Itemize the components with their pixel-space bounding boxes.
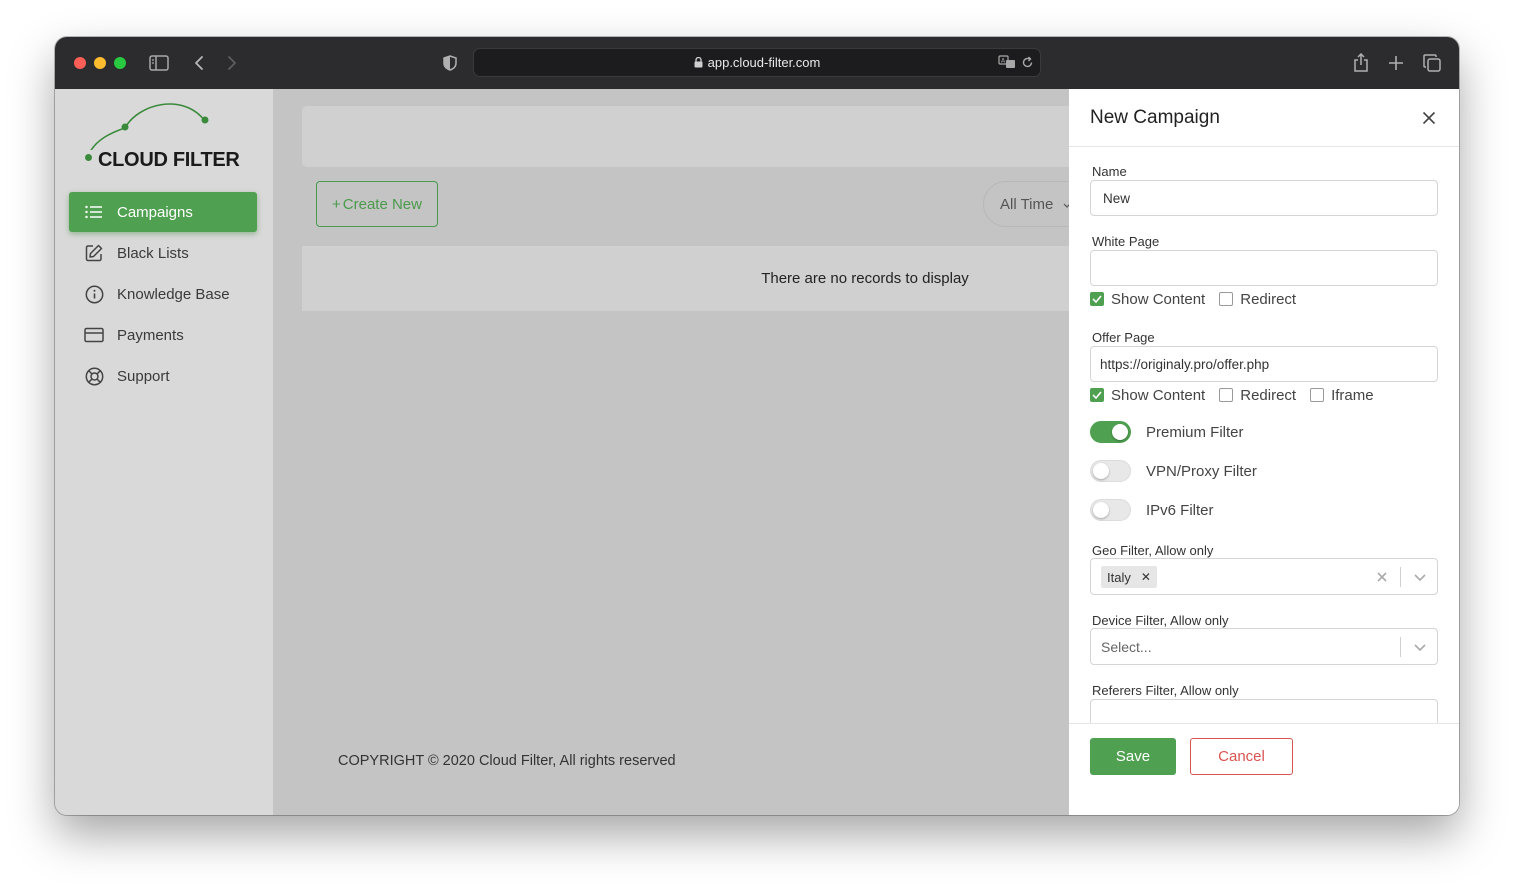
ipv6-filter-toggle[interactable] — [1090, 499, 1131, 521]
device-filter-placeholder: Select... — [1101, 639, 1152, 655]
sidebar-item-payments[interactable]: Payments — [69, 315, 257, 355]
vpn-filter-row: VPN/Proxy Filter — [1090, 460, 1257, 482]
white-show-content-checkbox[interactable] — [1090, 292, 1104, 306]
sidebar-item-label: Campaigns — [117, 203, 193, 221]
sidebar-item-label: Payments — [117, 326, 184, 344]
ipv6-filter-label: IPv6 Filter — [1146, 501, 1214, 519]
address-bar[interactable]: app.cloud-filter.com A — [473, 48, 1041, 77]
offer-iframe-checkbox[interactable] — [1310, 388, 1325, 402]
logo-text: CLOUD FILTER — [98, 149, 240, 171]
minimize-window-button[interactable] — [94, 57, 106, 69]
sidebar: CLOUD FILTER Campaigns Black Lists Knowl… — [55, 89, 273, 815]
name-input[interactable]: New — [1090, 180, 1438, 216]
geo-chip-italy: Italy ✕ — [1101, 566, 1157, 588]
forward-icon[interactable] — [220, 51, 244, 75]
sidebar-icon[interactable] — [147, 51, 171, 75]
share-icon[interactable] — [1349, 51, 1373, 75]
white-page-label: White Page — [1092, 234, 1160, 249]
info-icon — [83, 283, 105, 305]
offer-page-label: Offer Page — [1092, 330, 1155, 345]
offer-iframe-label: Iframe — [1331, 386, 1374, 404]
remove-chip-icon[interactable]: ✕ — [1141, 570, 1151, 584]
close-icon[interactable] — [1419, 108, 1439, 128]
translate-icon[interactable]: A — [998, 55, 1016, 75]
new-campaign-drawer: New Campaign Name New White Page Show Co… — [1069, 89, 1459, 815]
chevron-down-icon[interactable] — [1413, 570, 1427, 584]
create-new-button[interactable]: + Create New — [316, 181, 438, 227]
cancel-button[interactable]: Cancel — [1190, 738, 1293, 775]
device-filter-label: Device Filter, Allow only — [1092, 613, 1229, 628]
logo[interactable]: CLOUD FILTER — [83, 94, 253, 171]
maximize-window-button[interactable] — [114, 57, 126, 69]
new-tab-icon[interactable] — [1384, 51, 1408, 75]
browser-titlebar: app.cloud-filter.com A — [55, 37, 1459, 89]
offer-page-input[interactable]: https://originaly.pro/offer.php — [1090, 346, 1438, 382]
card-icon — [83, 324, 105, 346]
tabs-icon[interactable] — [1420, 51, 1444, 75]
sidebar-item-support[interactable]: Support — [69, 356, 257, 396]
sidebar-item-label: Support — [117, 367, 170, 385]
device-filter-select[interactable]: Select... — [1090, 628, 1438, 665]
sidebar-item-campaigns[interactable]: Campaigns — [69, 192, 257, 232]
premium-filter-label: Premium Filter — [1146, 423, 1244, 441]
list-icon — [83, 201, 105, 223]
close-window-button[interactable] — [74, 57, 86, 69]
clear-icon[interactable] — [1375, 570, 1389, 584]
premium-filter-toggle[interactable] — [1090, 421, 1131, 443]
sidebar-item-label: Knowledge Base — [117, 285, 230, 303]
white-redirect-checkbox[interactable] — [1219, 292, 1234, 306]
offer-show-content-checkbox[interactable] — [1090, 388, 1104, 402]
offer-redirect-checkbox[interactable] — [1219, 388, 1234, 402]
offer-show-content-label: Show Content — [1111, 386, 1206, 404]
drawer-footer: Save Cancel — [1069, 723, 1459, 815]
vpn-filter-label: VPN/Proxy Filter — [1146, 462, 1257, 480]
name-label: Name — [1092, 164, 1127, 179]
copyright-text: COPYRIGHT © 2020 Cloud Filter, All right… — [338, 753, 676, 769]
chevron-down-icon[interactable] — [1413, 640, 1427, 654]
edit-icon — [83, 242, 105, 264]
white-page-options: Show Content Redirect — [1090, 290, 1310, 308]
drawer-header: New Campaign — [1069, 89, 1459, 147]
logo-graphic — [90, 103, 209, 150]
shield-icon[interactable] — [438, 51, 462, 75]
sidebar-item-label: Black Lists — [117, 244, 189, 262]
browser-window: app.cloud-filter.com A CLOUD FILTER Camp… — [55, 37, 1459, 815]
sidebar-item-black-lists[interactable]: Black Lists — [69, 233, 257, 273]
plus-icon: + — [332, 195, 341, 213]
vpn-filter-toggle[interactable] — [1090, 460, 1131, 482]
offer-page-options: Show Content Redirect Iframe — [1090, 386, 1388, 404]
offer-redirect-label: Redirect — [1240, 386, 1297, 404]
lock-icon — [694, 56, 703, 71]
lifebuoy-icon — [83, 365, 105, 387]
geo-filter-select[interactable]: Italy ✕ — [1090, 558, 1438, 595]
geo-filter-label: Geo Filter, Allow only — [1092, 543, 1214, 558]
sidebar-item-knowledge-base[interactable]: Knowledge Base — [69, 274, 257, 314]
back-icon[interactable] — [187, 51, 211, 75]
white-redirect-label: Redirect — [1240, 290, 1297, 308]
referers-filter-label: Referers Filter, Allow only — [1092, 683, 1239, 698]
white-show-content-label: Show Content — [1111, 290, 1206, 308]
white-page-input[interactable] — [1090, 250, 1438, 286]
premium-filter-row: Premium Filter — [1090, 421, 1244, 443]
save-button[interactable]: Save — [1090, 738, 1176, 775]
ipv6-filter-row: IPv6 Filter — [1090, 499, 1214, 521]
url-text: app.cloud-filter.com — [707, 55, 821, 70]
reload-icon[interactable] — [1021, 56, 1034, 74]
drawer-title: New Campaign — [1090, 107, 1220, 128]
